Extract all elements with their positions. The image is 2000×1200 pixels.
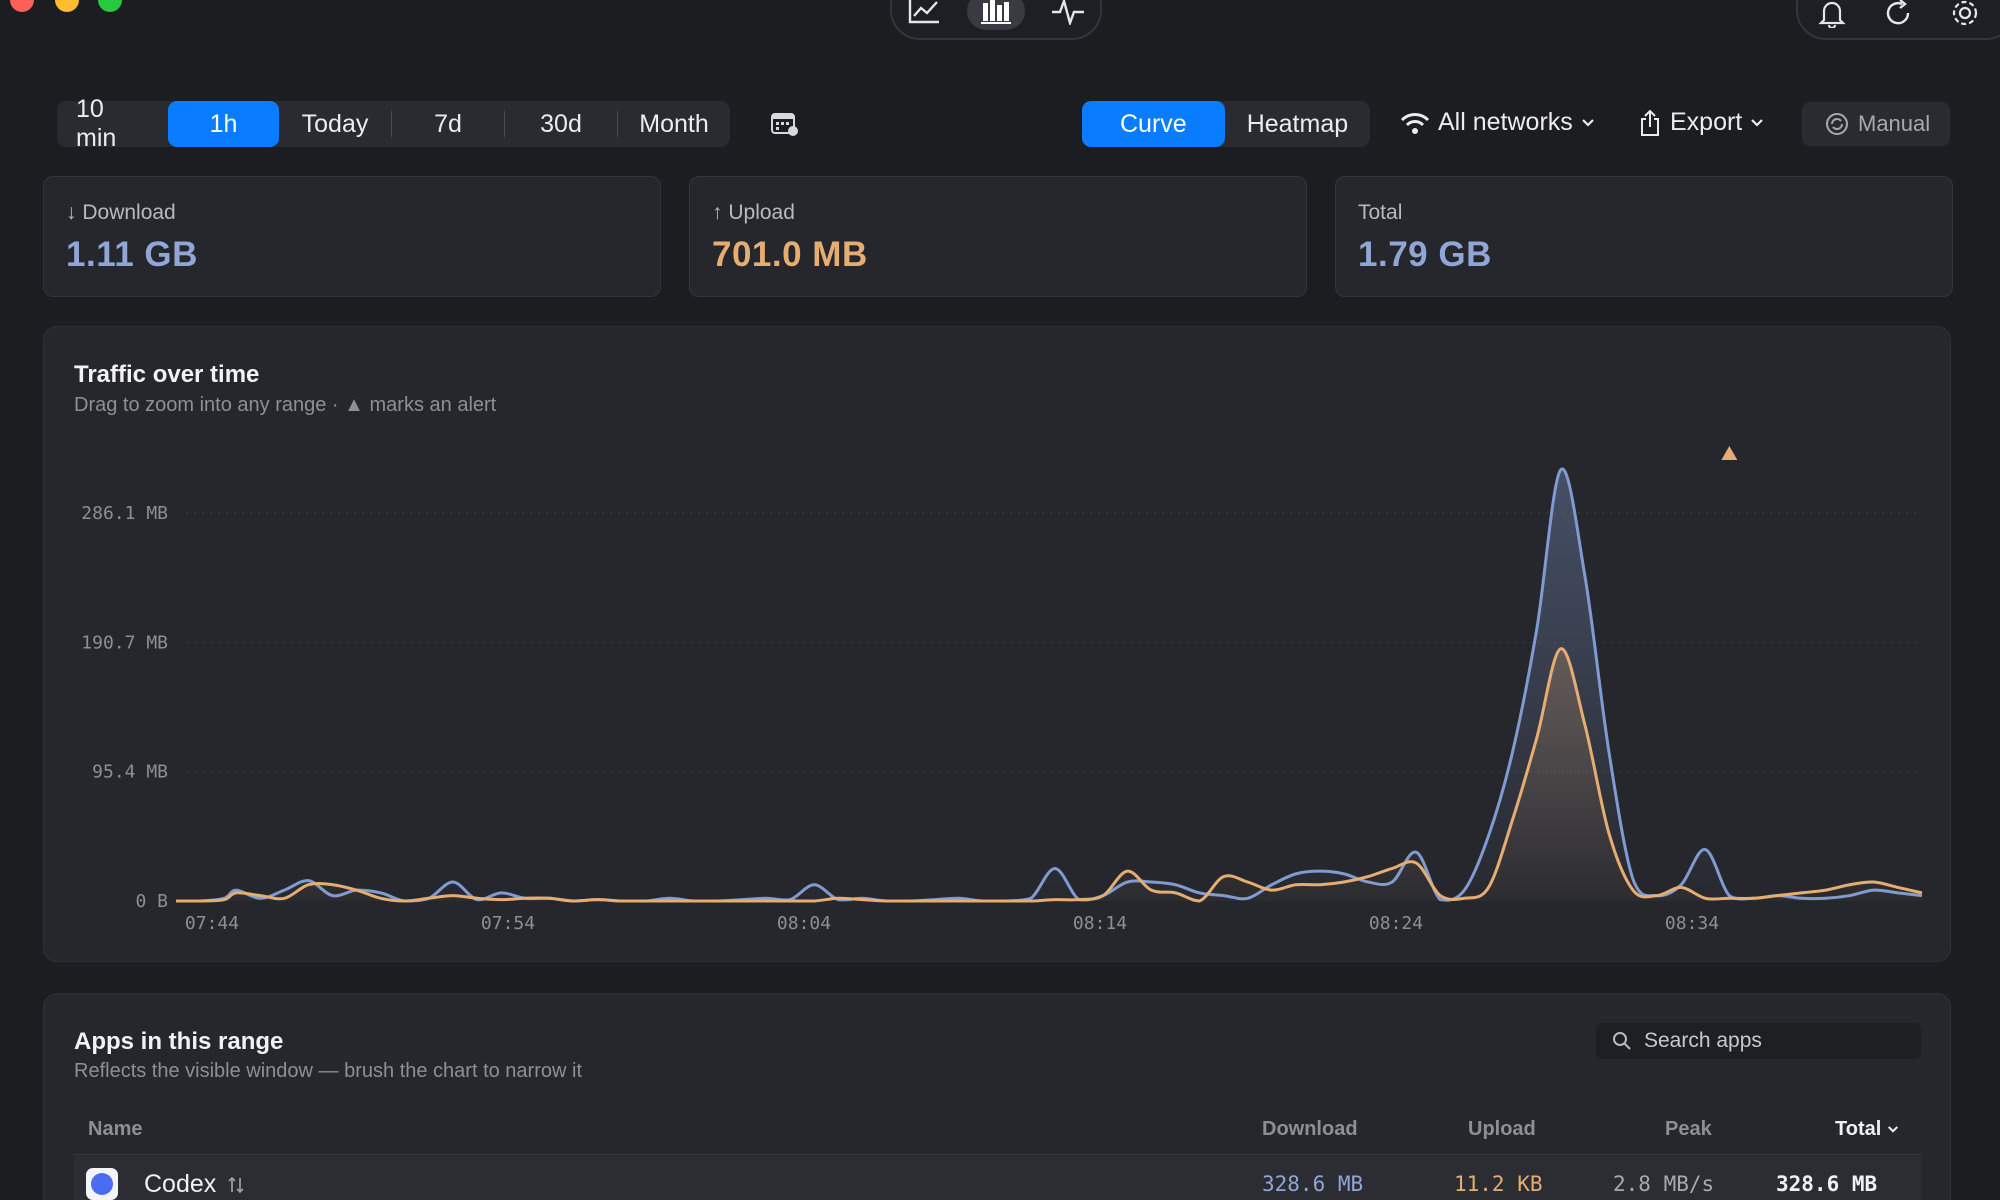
app-upload: 11.2 KB — [1454, 1172, 1543, 1196]
x-tick-label: 08:34 — [1665, 913, 1719, 934]
column-header-peak[interactable]: Peak — [1665, 1118, 1712, 1141]
traffic-chart-panel: Traffic over time Drag to zoom into any … — [43, 326, 1951, 962]
download-stat-card: ↓ Download 1.11 GB — [43, 176, 661, 297]
bar-chart-view-button[interactable] — [967, 0, 1025, 30]
chart-line-view-button[interactable] — [895, 0, 953, 30]
activity-icon — [1052, 0, 1084, 25]
download-series-line — [176, 467, 1923, 903]
app-name: Codex — [144, 1170, 246, 1199]
manual-refresh-button[interactable]: Manual — [1802, 102, 1950, 146]
apps-title: Apps in this range — [74, 1028, 284, 1055]
apps-subtitle: Reflects the visible window — brush the … — [74, 1060, 582, 1082]
x-tick-label: 08:24 — [1369, 913, 1423, 934]
manual-refresh-icon — [1826, 113, 1848, 135]
column-header-download[interactable]: Download — [1262, 1118, 1358, 1141]
upload-stat-label: ↑ Upload — [712, 201, 795, 224]
zoom-window-button[interactable] — [98, 0, 122, 12]
manual-label: Manual — [1858, 111, 1931, 136]
network-filter-dropdown[interactable]: All networks — [1400, 108, 1595, 137]
view-switcher — [890, 0, 1102, 40]
arrow-down-icon: ↓ — [66, 201, 77, 224]
app-peak: 2.8 MB/s — [1613, 1172, 1715, 1196]
chart-mode-selector: Curve Heatmap — [1082, 101, 1371, 147]
traffic-chart[interactable]: 286.1 MB 190.7 MB 95.4 MB 0 B 07:44 07:54 08:0… — [44, 327, 1952, 963]
upload-series-line — [176, 647, 1923, 903]
download-series-area — [176, 468, 1922, 901]
y-tick-label: 190.7 MB — [81, 632, 168, 653]
bar-chart-icon — [981, 0, 1011, 24]
apps-panel: Apps in this range Reflects the visible … — [43, 993, 1951, 1200]
y-tick-label: 286.1 MB — [81, 503, 168, 524]
share-icon — [1641, 109, 1659, 136]
activity-view-button[interactable] — [1039, 0, 1097, 30]
time-range-selector: 10 min 1h Today 7d 30d Month — [57, 95, 730, 152]
range-today[interactable]: Today — [279, 101, 391, 147]
network-filter-label: All networks — [1438, 108, 1573, 136]
download-stat-value: 1.11 GB — [66, 235, 198, 274]
app-download: 328.6 MB — [1262, 1172, 1364, 1196]
arrow-up-icon: ↑ — [712, 201, 723, 224]
curve-mode-button[interactable]: Curve — [1082, 101, 1225, 147]
download-stat-label: ↓ Download — [66, 201, 176, 224]
gear-icon[interactable] — [1948, 0, 1982, 28]
range-7d[interactable]: 7d — [392, 101, 504, 147]
chevron-down-icon — [1751, 118, 1764, 127]
close-window-button[interactable] — [10, 0, 34, 12]
upload-series-area — [176, 648, 1922, 901]
search-apps-field[interactable] — [1596, 1023, 1921, 1059]
x-tick-label: 08:04 — [777, 913, 831, 934]
export-label: Export — [1670, 108, 1743, 136]
search-icon — [1613, 1032, 1631, 1050]
search-apps-input[interactable] — [1644, 1029, 1904, 1053]
x-tick-label: 08:14 — [1073, 913, 1127, 934]
y-tick-label: 95.4 MB — [92, 762, 168, 783]
upload-stat-value: 701.0 MB — [712, 235, 868, 274]
range-1h[interactable]: 1h — [168, 101, 279, 147]
column-header-upload[interactable]: Upload — [1468, 1118, 1536, 1141]
bell-icon[interactable] — [1816, 0, 1848, 28]
transfer-arrows-icon — [228, 1176, 244, 1193]
calendar-custom-range-icon[interactable] — [770, 110, 800, 138]
chevron-down-icon — [1581, 118, 1594, 127]
app-icon — [86, 1168, 118, 1200]
chart-line-icon — [908, 0, 939, 24]
column-header-total[interactable]: Total — [1835, 1118, 1899, 1141]
upload-stat-card: ↑ Upload 701.0 MB — [689, 176, 1307, 297]
total-stat-card: Total 1.79 GB — [1335, 176, 1953, 297]
refresh-icon[interactable] — [1882, 0, 1914, 28]
wifi-icon — [1400, 112, 1430, 134]
minimize-window-button[interactable] — [55, 0, 79, 12]
table-divider — [74, 1154, 1921, 1155]
range-10min[interactable]: 10 min — [57, 95, 168, 152]
table-row[interactable]: Codex 328.6 MB 11.2 KB 2.8 MB/s 328.6 MB — [74, 1156, 1921, 1200]
total-stat-label: Total — [1358, 201, 1403, 224]
total-stat-value: 1.79 GB — [1358, 235, 1492, 274]
x-tick-label: 07:54 — [481, 913, 535, 934]
range-month[interactable]: Month — [618, 101, 730, 147]
toolbar-right — [1796, 0, 2000, 40]
alert-marker — [1721, 446, 1738, 460]
heatmap-mode-button[interactable]: Heatmap — [1225, 101, 1370, 147]
app-total: 328.6 MB — [1776, 1172, 1878, 1196]
chevron-down-icon — [1888, 1126, 1899, 1133]
column-header-name[interactable]: Name — [88, 1118, 142, 1141]
range-30d[interactable]: 30d — [505, 101, 617, 147]
y-tick-label: 0 B — [135, 891, 168, 912]
x-tick-label: 07:44 — [185, 913, 239, 934]
export-dropdown[interactable]: Export — [1638, 108, 1764, 137]
